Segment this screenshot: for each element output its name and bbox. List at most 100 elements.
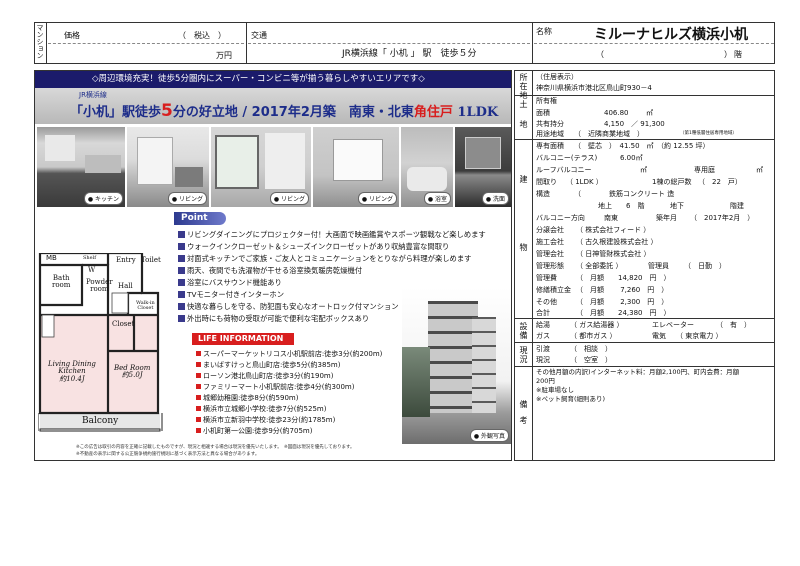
exterior-caption: ● 外観写真 <box>469 429 509 442</box>
fp-mb: MB <box>46 254 57 262</box>
building-section-label: 建物 <box>519 175 528 311</box>
facility-section-label: 設備 <box>519 322 528 340</box>
exterior-photo: ● 外観写真 <box>402 287 511 444</box>
mgmt-form-value: （ 全部委託 ） <box>576 262 623 270</box>
zoning-value: （ 近隣商業地域 ） <box>574 130 644 138</box>
fp-bedroom: Bed Room 約5.0J <box>114 364 151 380</box>
point-item: 浴室にバスサウンド機能あり <box>178 279 282 286</box>
land-area: 406.80 <box>604 109 629 117</box>
direction-value: 南東 <box>604 214 618 222</box>
fp-balcony: Balcony <box>82 416 119 426</box>
balcony-label: バルコニー(テラス) <box>536 154 598 162</box>
fp-shelf: Shelf <box>83 255 97 261</box>
structure-value: （ 鉄筋コンクリート 造 <box>574 190 675 198</box>
other-label: その他 <box>536 298 557 306</box>
address: 神奈川県横浜市港北区鳥山町930－4 <box>536 84 652 92</box>
point-item: リビングダイニングにプロジェクター付！大画面で映画鑑賞やスポーツ観戦など楽しめま… <box>178 231 486 238</box>
point-item: 快適な暮らしを守る、防犯面も安心なオートロック付マンション <box>178 303 399 310</box>
floor-plan: MB Shelf Entry Bath room W Powder room Hal… <box>38 253 164 433</box>
handover-value: （ 相談 ） <box>570 345 612 353</box>
point-item: ウォークインクローゼット＆シューズインクローゼットがあり収納豊富な間取り <box>178 243 449 250</box>
floor-area-label: 専有面積 <box>536 142 564 150</box>
remarks-line: ※ペット飼育(細則あり) <box>536 395 606 403</box>
fp-walkin: Walk-in Closet <box>136 300 155 312</box>
floor-count: 階建 <box>730 202 744 210</box>
photo-caption: ● リビング <box>269 192 309 205</box>
repair-label: 修繕積立金 <box>536 286 571 294</box>
total-label: 合計 <box>536 309 550 317</box>
layout-label: 間取り <box>536 178 557 186</box>
structure-label: 構造 <box>536 190 550 198</box>
line-label: JR横浜線 <box>79 91 107 99</box>
fp-toilet: Toilet <box>141 256 161 264</box>
direction-label: バルコニー方向 <box>536 214 585 222</box>
life-item: まいばすけっと鳥山町店:徒歩5分(約385m) <box>196 362 340 369</box>
builder-label: 施工会社 <box>536 238 564 246</box>
built-value: （ 2017年2月 ） <box>690 214 755 222</box>
transport-label: 交通 <box>251 31 267 40</box>
point-item: 外出時にも荷物の受取が可能で便利な宅配ボックスあり <box>178 315 369 322</box>
fp-closet: Closet <box>112 320 135 328</box>
life-item: 横浜市立新羽中学校:徒歩23分(約1785m) <box>196 417 335 424</box>
photo-caption: ● リビング <box>167 192 207 205</box>
current-value: （ 空室 ） <box>570 356 612 364</box>
fee-label: 管理費 <box>536 274 557 282</box>
point-item: TVモニター付きインターホン <box>178 291 284 298</box>
photo-washroom: ● 洗面 <box>455 127 511 207</box>
price-unit: 万円 <box>216 51 232 60</box>
footnote-1: ※この広告は取引の内容を正確に記載したものですが、現況と相違する場合は現況を優先… <box>76 445 355 450</box>
electric-label: 電気 <box>652 332 666 340</box>
point-item: 雨天、夜間でも洗濯物が干せる浴室換気暖房乾燥機付 <box>178 267 362 274</box>
manager-value: （ 日勤 ） <box>684 262 726 270</box>
land-area-unit: ㎡ <box>646 109 653 117</box>
fp-bath: Bath room <box>52 274 71 290</box>
remarks-section-label: 備考 <box>519 400 528 432</box>
photo-living-screen: ● リビング <box>313 127 399 207</box>
units-value: （ 22 戸） <box>698 178 742 186</box>
fp-w: W <box>88 266 96 274</box>
life-item: ローソン港北鳥山町店:徒歩3分(約190m) <box>196 373 333 380</box>
life-item: 小机町第一公園:徒歩9分(約705m) <box>196 428 312 435</box>
mgmt-value: （ 日神管財株式会社 ） <box>576 250 651 258</box>
life-item: ファミリーマート小机駅前店:徒歩4分(約300m) <box>196 384 354 391</box>
photo-kitchen: ● キッチン <box>37 127 125 207</box>
room-suffix: 階 <box>734 50 742 59</box>
builder-value: （ 古久根建設株式会社 ） <box>576 238 658 246</box>
photo-caption: ● キッチン <box>83 192 123 205</box>
point-title-text: Point <box>181 213 208 223</box>
fee-value: （ 月額 14,820 円 ） <box>576 274 671 282</box>
point-item: 対面式キッチンでご家族・ご友人とコミュニケーションをとりながら料理が楽しめます <box>178 255 471 262</box>
zoning-label: 用途地域 <box>536 130 564 138</box>
share-label: 共有持分 <box>536 120 564 128</box>
mgmt-label: 管理会社 <box>536 250 564 258</box>
current-label: 現況 <box>536 356 550 364</box>
land-section-label: 土地 <box>519 100 528 140</box>
handover-label: 引渡 <box>536 345 550 353</box>
photo-living-1: ● リビング <box>127 127 209 207</box>
tax-label: （ 税込 ） <box>178 31 226 40</box>
footnote-2: ※不動産の表示に関する公正競争規約施行規則に基づく表示方法と異なる場合があります… <box>76 452 260 457</box>
remarks-line: ※駐車場なし <box>536 386 574 394</box>
photo-bath: ● 浴室 <box>401 127 453 207</box>
photo-caption: ● 洗面 <box>481 192 509 205</box>
units-label: 1棟の総戸数 <box>652 178 692 186</box>
life-title-text: LIFE INFORMATION <box>198 334 284 343</box>
mgmt-form-label: 管理形態 <box>536 262 564 270</box>
property-name: ミルーナヒルズ横浜小机 <box>594 27 748 43</box>
land-area-label: 面積 <box>536 109 550 117</box>
photo-caption: ● リビング <box>357 192 397 205</box>
banner-top-text: ◇周辺環境充実！徒歩5分圏内にスーパー・コンビニ等が揃う暮らしやすいエリアです◇ <box>92 74 425 84</box>
fp-ldk: Living Dining Kitchen 約10.4J <box>48 360 96 383</box>
garden-label: 専用庭 <box>694 166 715 174</box>
gas-value: （ 都市ガス ） <box>570 332 617 340</box>
floors-below: 地下 <box>670 202 684 210</box>
share-value: 4,150 ／ 91,300 <box>604 120 665 128</box>
built-label: 築年月 <box>656 214 677 222</box>
roof-value: ㎡ <box>640 166 647 174</box>
headline: 「小机」駅徒歩5分の好立地 / 2017年2月築 南東・北東角住戸 1LDK <box>70 101 499 121</box>
seller-value: （ 株式会社フィード ） <box>576 226 651 234</box>
roof-label: ルーフバルコニー <box>536 166 592 174</box>
life-item: スーパーマーケットリコス小机駅前店:徒歩3分(約200m) <box>196 351 382 358</box>
remarks-line: その他月額の内訳)インターネット料：月額2,100円、町内会費：月額 <box>536 368 740 376</box>
status-section-label: 現況 <box>519 346 528 364</box>
